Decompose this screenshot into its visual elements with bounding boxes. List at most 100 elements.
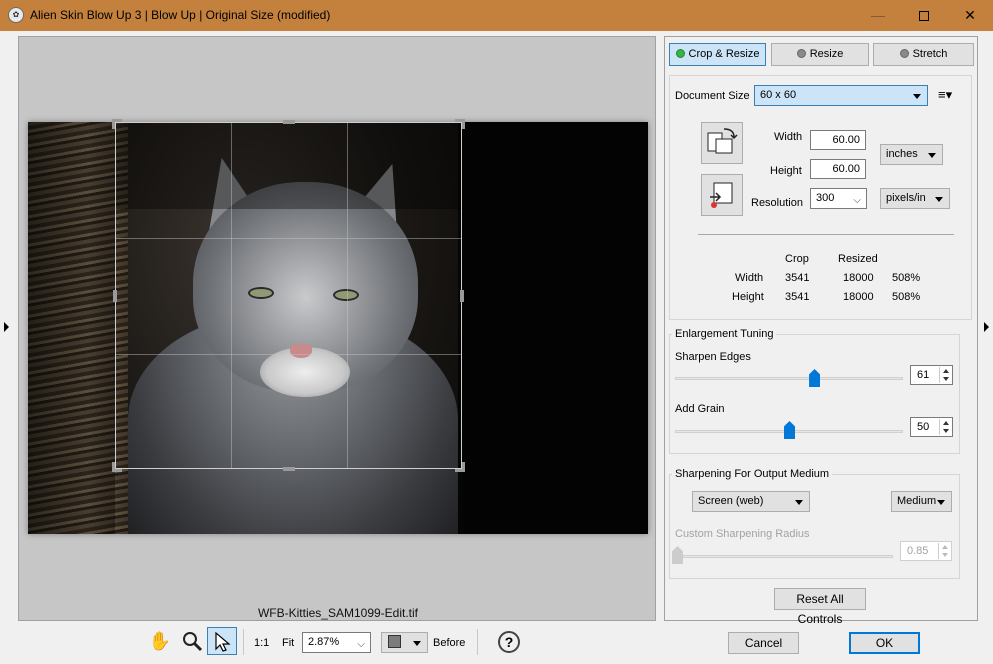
settings-panel: Crop & Resize Resize Stretch Document Si…: [664, 36, 978, 626]
resolution-select[interactable]: 300 ⌵: [810, 188, 867, 209]
units-select[interactable]: inches: [880, 144, 943, 165]
add-grain-slider[interactable]: [784, 421, 795, 439]
sharpening-strength-select[interactable]: Medium: [891, 491, 952, 512]
expand-left-panel-icon[interactable]: [4, 322, 9, 332]
custom-radius-track: [675, 555, 893, 558]
dropdown-arrow-icon: [913, 94, 921, 99]
magnifier-icon: [183, 632, 203, 652]
stats-height-crop: 3541: [785, 291, 810, 303]
help-button[interactable]: ?: [492, 627, 526, 655]
width-field[interactable]: 60.00: [810, 130, 866, 150]
output-sharpening-title: Sharpening For Output Medium: [672, 468, 833, 480]
dropdown-arrow-icon: [937, 500, 945, 505]
height-label: Height: [770, 165, 802, 177]
sharpen-edges-spinner[interactable]: 61: [910, 365, 953, 385]
zoom-tool[interactable]: [177, 627, 207, 655]
spinner-arrows-icon[interactable]: [939, 419, 951, 435]
zoom-level-select[interactable]: 2.87% ⌵: [302, 632, 371, 653]
expand-right-panel-icon[interactable]: [984, 322, 989, 332]
crop-box[interactable]: [112, 119, 465, 472]
stats-height-resized: 18000: [843, 291, 874, 303]
toolbar-divider: [477, 629, 478, 655]
app-logo-icon: ✿: [8, 7, 24, 23]
maximize-button[interactable]: [901, 0, 947, 31]
spinner-arrows-icon: [938, 543, 950, 559]
close-button[interactable]: ✕: [947, 0, 993, 31]
dropdown-arrow-icon: [413, 641, 421, 646]
custom-radius-value: 0.85: [907, 545, 929, 557]
tab-label: Crop & Resize: [688, 48, 760, 60]
document-size-label: Document Size: [675, 90, 750, 102]
swap-orientation-button[interactable]: [701, 122, 743, 164]
toolbar-divider: [243, 629, 244, 655]
output-medium-select[interactable]: Screen (web): [692, 491, 810, 512]
title-bar: ✿ Alien Skin Blow Up 3 | Blow Up | Origi…: [0, 0, 993, 31]
spinner-arrows-icon[interactable]: [939, 367, 951, 383]
fit-crop-button[interactable]: [701, 174, 743, 216]
tab-label: Resize: [809, 48, 844, 60]
resolution-units-select[interactable]: pixels/in: [880, 188, 950, 209]
stats-width-label: Width: [735, 272, 764, 284]
custom-radius-label: Custom Sharpening Radius: [675, 528, 810, 540]
height-field[interactable]: 60.00: [810, 159, 866, 179]
maximize-icon: [919, 11, 929, 22]
cancel-button[interactable]: Cancel: [728, 632, 799, 654]
sharpening-strength-value: Medium: [897, 495, 937, 507]
file-name: WFB-Kitties_SAM1099-Edit.tif: [257, 606, 419, 620]
status-dot-icon: [796, 49, 806, 58]
help-icon: ?: [498, 631, 520, 653]
chevron-down-icon: ⌵: [357, 639, 365, 650]
divider: [698, 234, 954, 235]
crop-handle-bottom-left[interactable]: [112, 462, 122, 472]
document-size-select[interactable]: 60 x 60: [754, 85, 928, 106]
dropdown-arrow-icon: [935, 197, 943, 202]
sharpen-edges-label: Sharpen Edges: [675, 351, 751, 363]
sharpen-edges-slider[interactable]: [809, 369, 821, 387]
presets-menu-icon[interactable]: ≡▾: [938, 87, 952, 103]
select-tool[interactable]: [207, 627, 237, 655]
crop-handle-right[interactable]: [460, 290, 464, 302]
window-title: Alien Skin Blow Up 3 | Blow Up | Origina…: [30, 8, 331, 22]
crop-shade-right: [463, 122, 648, 534]
crop-handle-bottom[interactable]: [283, 467, 295, 471]
crop-header: Crop: [785, 253, 809, 265]
document-group: Document Size 60 x 60 ≡▾ Width 60.00 Hei…: [669, 75, 972, 320]
sharpen-edges-track[interactable]: [675, 377, 903, 380]
stats-height-percent: 508%: [892, 291, 921, 303]
dropdown-arrow-icon: [795, 500, 803, 505]
tab-stretch[interactable]: Stretch: [873, 43, 974, 66]
add-grain-label: Add Grain: [675, 403, 725, 415]
zoom-fit-button[interactable]: Fit: [282, 637, 294, 649]
crop-gridline: [116, 354, 461, 355]
crop-handle-top-left[interactable]: [112, 119, 122, 129]
add-grain-value: 50: [917, 421, 930, 433]
status-dot-icon: [899, 49, 909, 58]
reset-all-controls-button[interactable]: Reset All Controls: [774, 588, 866, 626]
tab-crop-resize[interactable]: Crop & Resize: [669, 43, 766, 66]
zoom-1-to-1-button[interactable]: 1:1: [254, 637, 269, 649]
resolution-value: 300: [816, 192, 835, 204]
background-color-swatch: [388, 635, 401, 648]
stats-width-percent: 508%: [892, 272, 921, 284]
minimize-button[interactable]: —: [855, 0, 901, 31]
resolution-units-value: pixels/in: [886, 192, 926, 204]
crop-handle-bottom-right[interactable]: [455, 462, 465, 472]
zoom-level-value: 2.87%: [308, 636, 340, 648]
custom-radius-slider: [672, 546, 683, 564]
before-toggle[interactable]: Before: [433, 637, 465, 649]
custom-radius-spinner: 0.85: [900, 541, 952, 561]
chevron-down-icon: ⌵: [853, 195, 861, 206]
crop-handle-top[interactable]: [283, 120, 295, 124]
image-preview[interactable]: WFB-Kitties_SAM1099-Edit.tif: [18, 36, 656, 621]
units-value: inches: [886, 148, 918, 160]
ok-button[interactable]: OK: [849, 632, 920, 654]
swap-orientation-icon: [707, 128, 738, 154]
tab-resize[interactable]: Resize: [771, 43, 869, 66]
enlargement-tuning-title: Enlargement Tuning: [672, 328, 777, 340]
hand-tool[interactable]: ✋: [145, 627, 175, 655]
crop-handle-top-right[interactable]: [455, 119, 465, 129]
crop-gridline: [347, 123, 348, 468]
add-grain-spinner[interactable]: 50: [910, 417, 953, 437]
enlargement-tuning-group: Enlargement Tuning Sharpen Edges 61 Add …: [669, 328, 960, 454]
crop-handle-left[interactable]: [113, 290, 117, 302]
